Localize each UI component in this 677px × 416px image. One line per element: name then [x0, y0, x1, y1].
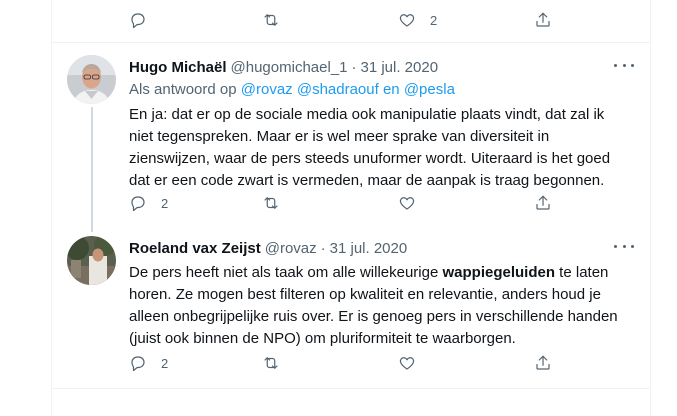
- tweet-text: De pers heeft niet als taak om alle will…: [129, 262, 629, 350]
- more-icon: [614, 244, 617, 248]
- like-icon: [399, 357, 415, 370]
- like-button[interactable]: [398, 194, 416, 212]
- tweet-text-line: horen. Ze mogen best filteren op kwalite…: [129, 286, 601, 303]
- reply-count: 2: [161, 355, 169, 371]
- author-handle[interactable]: @hugomichael_1: [231, 59, 348, 76]
- reply-icon: [131, 356, 145, 372]
- reply-count: 2: [161, 195, 169, 211]
- thread-line: [91, 107, 93, 232]
- author-name[interactable]: Roeland vax Zeijst: [129, 240, 261, 257]
- reply-icon: [131, 196, 145, 212]
- reply-button[interactable]: 2: [129, 354, 168, 372]
- retweet-button[interactable]: [262, 354, 280, 372]
- like-count: 2: [430, 12, 438, 28]
- share-icon: [536, 12, 550, 27]
- share-icon: [536, 355, 550, 370]
- avatar[interactable]: [67, 55, 116, 104]
- timeline-right-border: [650, 0, 651, 416]
- tweet-date[interactable]: 31 jul. 2020: [360, 59, 438, 76]
- reply-button[interactable]: [129, 11, 147, 29]
- mention-link[interactable]: @shadraouf: [297, 81, 379, 98]
- timeline-left-border: [51, 0, 52, 416]
- tweet-text-line: niet tegenspreken. Maar er is wel meer s…: [129, 128, 550, 145]
- like-icon: [399, 14, 415, 27]
- retweet-button[interactable]: [262, 11, 280, 29]
- author-name[interactable]: Hugo Michaël: [129, 59, 227, 76]
- reply-button[interactable]: 2: [129, 194, 168, 212]
- retweet-icon: [264, 14, 278, 26]
- avatar[interactable]: [67, 236, 116, 285]
- tweet-header: Roeland vax Zeijst @rovaz · 31 jul. 2020: [129, 240, 407, 257]
- more-icon: [614, 63, 617, 67]
- separator-dot: ·: [351, 59, 357, 76]
- more-options-button[interactable]: [614, 58, 634, 72]
- tweet-text-line: De pers heeft niet als taak om alle will…: [129, 262, 629, 284]
- like-button[interactable]: 2: [398, 11, 437, 29]
- retweet-icon: [264, 357, 278, 369]
- more-options-button[interactable]: [614, 239, 634, 253]
- tweet-divider: [52, 42, 650, 43]
- like-button[interactable]: [398, 354, 416, 372]
- mention-link[interactable]: @pesla: [404, 81, 455, 98]
- mention-conjunction: en: [382, 81, 400, 98]
- separator-dot: ·: [320, 240, 326, 257]
- tweet-text-line: alleen onbegrijpelijke ruis over. Er is …: [129, 308, 618, 325]
- retweet-icon: [264, 197, 278, 209]
- tweet-date[interactable]: 31 jul. 2020: [330, 240, 408, 257]
- tweet-text-line: dat er een code zwart is vermeden, maar …: [129, 172, 605, 189]
- share-button[interactable]: [534, 194, 552, 212]
- bold-text: wappiegeluiden: [442, 264, 556, 281]
- like-icon: [399, 197, 415, 210]
- tweet-text-line: zienswijzen, waar de pers steeds unuform…: [129, 150, 611, 167]
- text-span: te laten: [555, 264, 609, 281]
- share-button[interactable]: [534, 11, 552, 29]
- author-handle[interactable]: @rovaz: [265, 240, 317, 257]
- tweet-header: Hugo Michaël @hugomichael_1 · 31 jul. 20…: [129, 59, 438, 76]
- text-span: De pers heeft niet als taak om alle will…: [129, 264, 443, 281]
- reply-prefix: Als antwoord op: [129, 81, 237, 98]
- tweet-text: En ja: dat er op de sociale media ook ma…: [129, 104, 629, 192]
- reply-context: Als antwoord op @rovaz @shadraouf en @pe…: [129, 81, 455, 98]
- share-button[interactable]: [534, 354, 552, 372]
- tweet-text-line: En ja: dat er op de sociale media ook ma…: [129, 106, 605, 123]
- retweet-button[interactable]: [262, 194, 280, 212]
- tweet-divider: [52, 388, 650, 389]
- share-icon: [536, 195, 550, 210]
- reply-icon: [131, 13, 145, 29]
- tweet-text-line: (juist ook binnen de NPO) om pluriformit…: [129, 330, 516, 347]
- mention-link[interactable]: @rovaz: [241, 81, 293, 98]
